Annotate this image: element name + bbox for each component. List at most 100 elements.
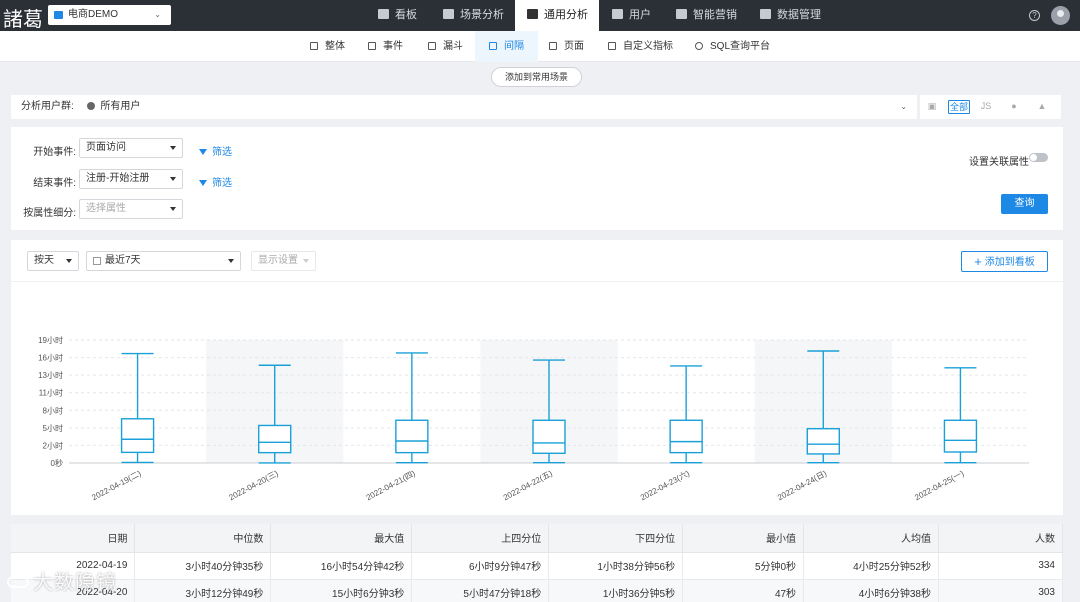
box <box>806 427 840 455</box>
tab-custom-metric[interactable]: 自定义指标 <box>608 31 673 62</box>
user-group-value: 所有用户 <box>100 101 141 112</box>
user-group-label: 分析用户群: <box>21 101 74 112</box>
project-selector[interactable]: 电商DEMO ⌄ <box>48 5 171 25</box>
col-avg-per-user[interactable]: 人均值 <box>803 524 939 553</box>
start-event-select[interactable]: 页面访问 <box>79 138 183 158</box>
col-min[interactable]: 最小值 <box>682 524 805 553</box>
nav-smart-marketing[interactable]: 智能营销 <box>676 0 737 31</box>
end-filter-link[interactable]: 筛选 <box>199 174 232 189</box>
data-table-panel: 日期 中位数 最大值 上四分位 下四分位 最小值 人均值 人数 2022-04-… <box>11 524 1063 602</box>
nav-users[interactable]: 用户 <box>612 0 651 31</box>
nav-general-analysis[interactable]: 通用分析 <box>515 0 599 31</box>
table-header-row: 日期 中位数 最大值 上四分位 下四分位 最小值 人均值 人数 <box>11 524 1063 553</box>
page-icon <box>549 42 557 50</box>
cell-upper-quartile: 5小时47分钟18秒 <box>411 579 550 602</box>
platform-filter: ▣ 全部 JS ● ▲ <box>920 95 1061 119</box>
cell-max: 16小时54分钟42秒 <box>270 552 413 580</box>
marketing-icon <box>676 9 687 19</box>
cell-upper-quartile: 6小时9分钟47秒 <box>411 552 550 580</box>
box <box>258 424 292 454</box>
tab-overall[interactable]: 整体 <box>310 31 345 62</box>
box <box>532 419 566 454</box>
watermark: 大数隐镜 <box>7 566 117 595</box>
box <box>120 418 155 454</box>
tab-interval[interactable]: 间隔 <box>475 31 538 62</box>
cell-lower-quartile: 1小时36分钟5秒 <box>548 579 684 602</box>
associate-property-toggle[interactable] <box>1029 153 1048 162</box>
y-tick-label: 19小时 <box>38 335 63 345</box>
database-icon <box>760 9 771 19</box>
box <box>395 419 429 454</box>
y-tick-label: 16小时 <box>38 353 63 363</box>
scenario-icon <box>443 9 454 19</box>
associate-property-label: 设置关联属性 <box>969 157 1029 168</box>
project-name: 电商DEMO <box>68 9 118 20</box>
col-upper-quartile[interactable]: 上四分位 <box>411 524 550 553</box>
android-icon[interactable]: ▲ <box>1036 100 1048 114</box>
cell-max: 15小时6分钟3秒 <box>270 579 413 602</box>
monitor-icon[interactable]: ▣ <box>926 100 938 114</box>
x-tick-label: 2022-04-25(一) <box>913 469 965 503</box>
avatar[interactable] <box>1051 6 1070 25</box>
y-tick-label: 5小时 <box>43 423 63 433</box>
end-event-label: 结束事件: <box>33 178 76 189</box>
apple-icon[interactable]: ● <box>1008 100 1020 114</box>
interval-icon <box>489 42 497 50</box>
cell-min: 5分钟0秒 <box>682 552 805 580</box>
table-row: 2022-04-20 3小时12分钟49秒 15小时6分钟3秒 5小时47分钟1… <box>11 579 1063 602</box>
js-icon[interactable]: JS <box>980 100 992 114</box>
x-tick-label: 2022-04-20(三) <box>228 469 280 503</box>
nav-scenario-analysis[interactable]: 场景分析 <box>443 0 504 31</box>
filter-icon <box>199 149 207 155</box>
user-icon <box>612 9 623 19</box>
start-filter-link[interactable]: 筛选 <box>199 143 232 158</box>
col-max[interactable]: 最大值 <box>270 524 413 553</box>
table-row: 2022-04-19 3小时40分钟35秒 16小时54分钟42秒 6小时9分钟… <box>11 552 1063 580</box>
y-tick-label: 11小时 <box>39 388 63 398</box>
start-event-label: 开始事件: <box>33 147 76 158</box>
sub-nav: 整体 事件 漏斗 间隔 页面 自定义指标 SQL查询平台 <box>0 31 1080 62</box>
funnel-icon <box>428 42 436 50</box>
tab-sql-query[interactable]: SQL查询平台 <box>695 31 770 62</box>
chart-panel: 按天 最近7天 显示设置 + 添加到看板 0秒 2小时 5小时 8小时 11小时 13小时 1… <box>11 240 1063 515</box>
cell-user-count: 334 <box>938 552 1063 580</box>
col-median[interactable]: 中位数 <box>134 524 272 553</box>
caret-down-icon <box>170 146 176 150</box>
interval-boxplot-chart: 0秒 2小时 5小时 8小时 11小时 13小时 16小时 19小时 2022-04-19(二)… <box>38 335 1029 503</box>
add-to-common-scene-button[interactable]: 添加到常用场景 <box>491 67 582 87</box>
help-icon[interactable]: ? <box>1029 10 1040 21</box>
user-group-selector[interactable]: 分析用户群: 所有用户 ⌄ <box>11 95 917 119</box>
col-lower-quartile[interactable]: 下四分位 <box>548 524 684 553</box>
project-icon <box>54 11 63 19</box>
search-icon <box>695 42 703 50</box>
y-tick-label: 8小时 <box>43 405 63 415</box>
y-tick-label: 13小时 <box>38 370 63 380</box>
tab-event[interactable]: 事件 <box>368 31 403 62</box>
nav-dashboard[interactable]: 看板 <box>378 0 417 31</box>
bar-chart-icon <box>527 9 538 19</box>
cell-median: 3小时40分钟35秒 <box>134 552 272 580</box>
tab-page[interactable]: 页面 <box>549 31 584 62</box>
cell-avg-per-user: 4小时6分钟38秒 <box>803 579 939 602</box>
x-tick-label: 2022-04-24(日) <box>776 469 828 503</box>
user-group-icon <box>86 102 95 110</box>
nav-data-management[interactable]: 数据管理 <box>760 0 821 31</box>
query-button[interactable]: 查询 <box>1001 194 1048 214</box>
x-tick-label: 2022-04-19(二) <box>90 469 142 503</box>
line-chart-icon <box>368 42 376 50</box>
app-logo[interactable]: 諸葛 <box>3 3 43 32</box>
platform-all[interactable]: 全部 <box>948 100 970 114</box>
x-tick-label: 2022-04-22(五) <box>502 469 554 503</box>
split-by-label: 按属性细分: <box>23 208 76 219</box>
split-by-select[interactable]: 选择属性 <box>79 199 183 219</box>
col-date[interactable]: 日期 <box>11 524 136 553</box>
tab-funnel[interactable]: 漏斗 <box>428 31 463 62</box>
chevron-down-icon: ⌄ <box>900 102 907 111</box>
cell-lower-quartile: 1小时38分钟56秒 <box>548 552 684 580</box>
x-tick-label: 2022-04-21(四) <box>365 469 417 503</box>
box <box>669 419 703 454</box>
end-event-select[interactable]: 注册-开始注册 <box>79 169 183 189</box>
cell-user-count: 303 <box>938 579 1063 602</box>
col-user-count[interactable]: 人数 <box>938 524 1063 553</box>
chevron-down-icon: ⌄ <box>154 10 161 19</box>
